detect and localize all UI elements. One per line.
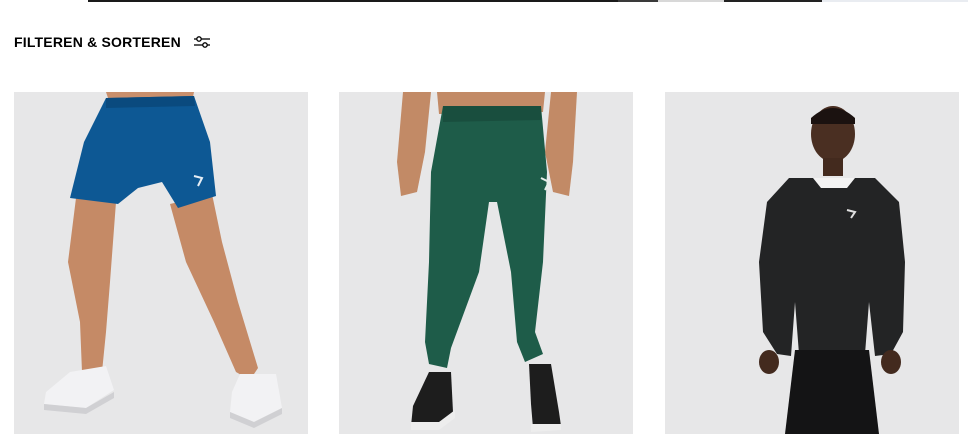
filter-sort-label: FILTEREN & SORTEREN — [14, 34, 181, 50]
strip-segment — [822, 0, 968, 2]
product-card-joggers[interactable] — [339, 92, 633, 434]
strip-segment — [0, 0, 88, 2]
strip-segment — [88, 0, 618, 2]
product-image-sweatshirt — [665, 92, 959, 434]
product-card-shorts[interactable] — [14, 92, 308, 434]
top-banner-strip — [0, 0, 968, 2]
product-grid — [14, 92, 959, 434]
product-image-shorts — [14, 92, 308, 434]
sliders-icon — [193, 36, 210, 48]
strip-segment — [724, 0, 822, 2]
strip-segment — [618, 0, 658, 2]
strip-segment — [658, 0, 724, 2]
filter-sort-button[interactable]: FILTEREN & SORTEREN — [14, 34, 211, 50]
product-card-sweatshirt[interactable] — [665, 92, 959, 434]
product-image-joggers — [339, 92, 633, 434]
